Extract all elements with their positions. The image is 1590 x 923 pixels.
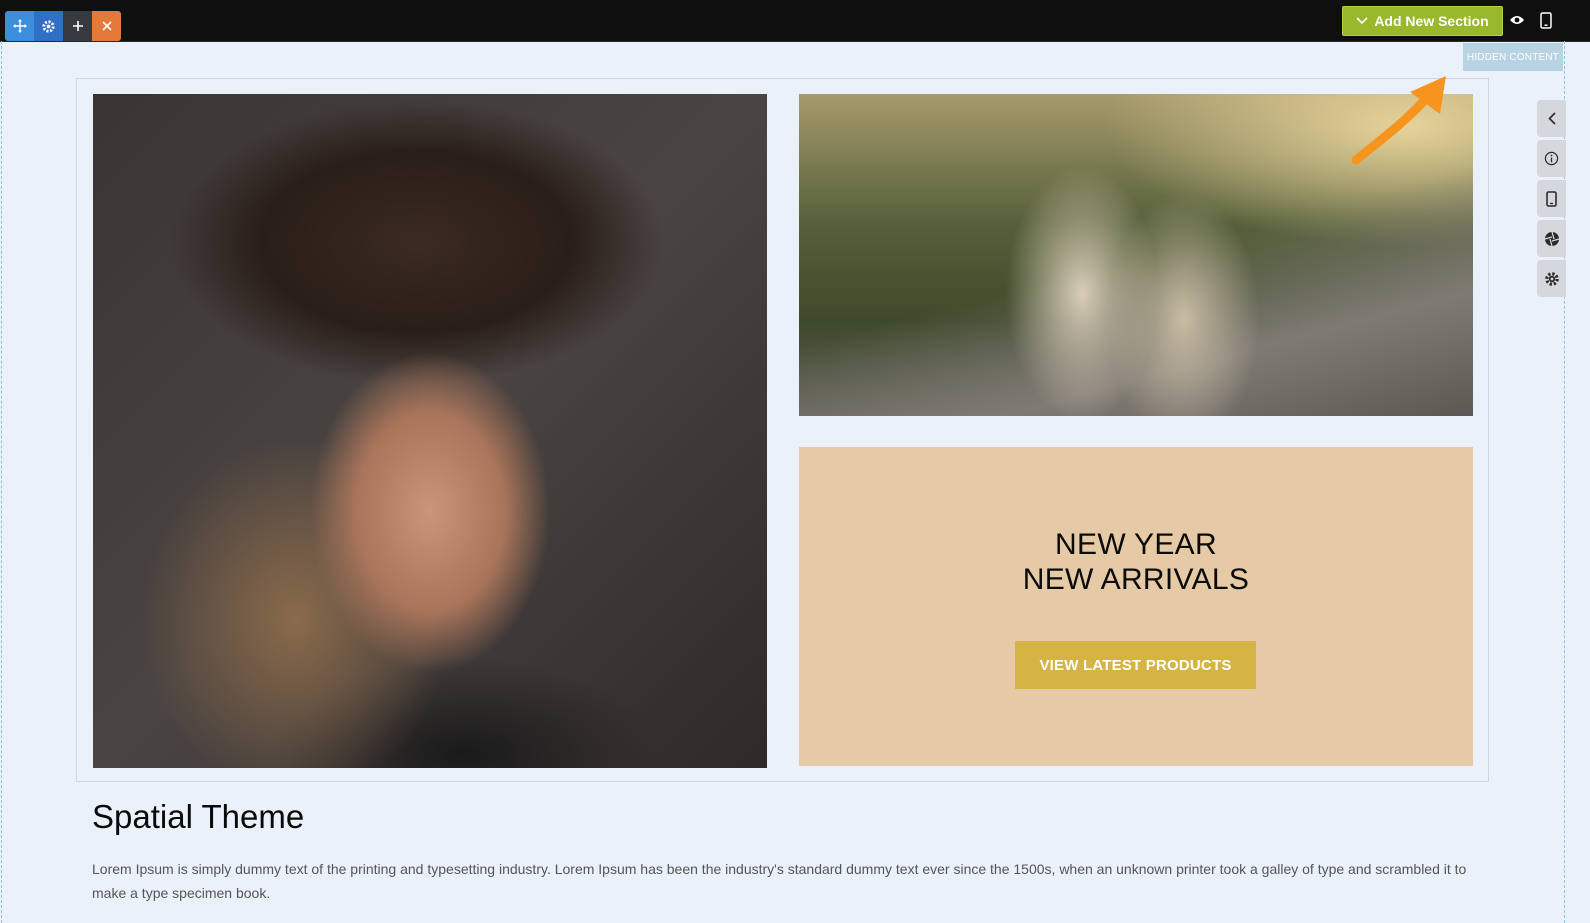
- eye-icon[interactable]: [1507, 10, 1527, 30]
- promo-title: NEW YEAR NEW ARRIVALS: [799, 527, 1473, 597]
- body-paragraph: Lorem Ipsum is simply dummy text of the …: [92, 861, 1467, 901]
- view-latest-products-button[interactable]: VIEW LATEST PRODUCTS: [1015, 641, 1256, 689]
- arrow-annotation-icon: [1351, 76, 1446, 165]
- mobile-icon[interactable]: [1537, 180, 1566, 217]
- woman-fur-hat-photo: [93, 94, 767, 768]
- gear-icon[interactable]: [34, 11, 63, 41]
- move-icon[interactable]: [5, 11, 34, 41]
- mobile-icon[interactable]: [1536, 10, 1556, 30]
- page-title: Spatial Theme: [92, 798, 305, 835]
- page-edge-left: [1, 41, 2, 923]
- aperture-icon[interactable]: [1537, 220, 1566, 257]
- add-new-section-button[interactable]: Add New Section: [1342, 6, 1503, 36]
- promo-panel: NEW YEAR NEW ARRIVALS VIEW LATEST PRODUC…: [799, 447, 1473, 766]
- add-new-section-label: Add New Section: [1374, 13, 1489, 29]
- plus-icon[interactable]: [63, 11, 92, 41]
- promo-title-line2: NEW ARRIVALS: [1022, 563, 1250, 596]
- close-icon[interactable]: [92, 11, 121, 41]
- promo-title-line1: NEW YEAR: [1055, 528, 1217, 561]
- info-icon[interactable]: [1537, 140, 1566, 177]
- section-tools: [5, 11, 121, 41]
- chevron-left-icon[interactable]: [1537, 100, 1566, 137]
- hidden-content-tag[interactable]: HIDDEN CONTENT: [1463, 43, 1563, 71]
- editor-top-bar: Add New Section: [0, 0, 1590, 42]
- gear-icon[interactable]: [1537, 260, 1566, 297]
- side-toolbar: [1537, 100, 1566, 300]
- chevron-down-icon: [1356, 17, 1368, 25]
